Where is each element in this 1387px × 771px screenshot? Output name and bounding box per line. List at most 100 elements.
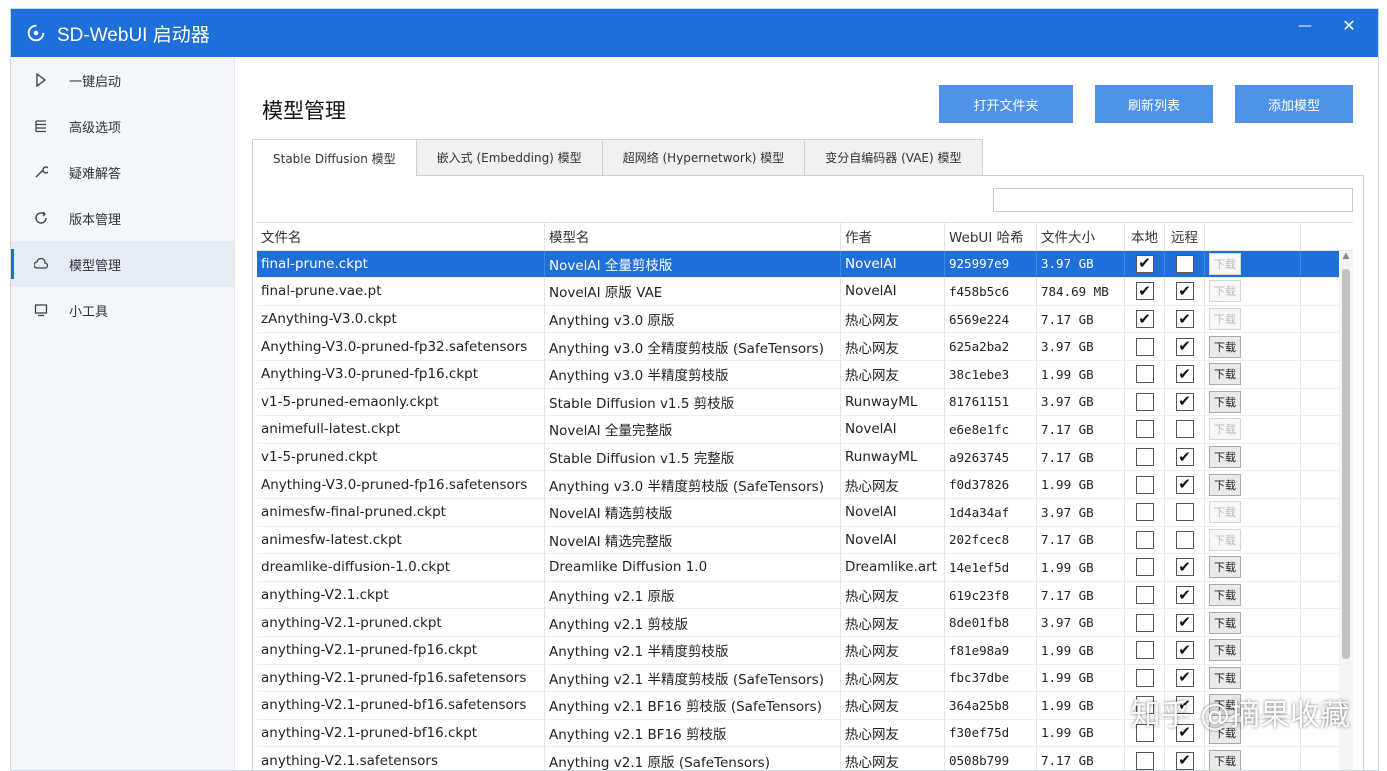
- local-checkbox[interactable]: [1135, 530, 1154, 549]
- cell-model: Anything v3.0 全精度剪枝版 (SafeTensors): [545, 333, 841, 360]
- open-folder-button[interactable]: 打开文件夹: [939, 85, 1073, 123]
- download-button[interactable]: 下载: [1209, 556, 1241, 579]
- remote-checkbox[interactable]: ✔: [1175, 558, 1194, 577]
- remote-checkbox[interactable]: ✔: [1175, 310, 1194, 329]
- refresh-list-button[interactable]: 刷新列表: [1095, 85, 1213, 123]
- remote-checkbox[interactable]: ✔: [1175, 751, 1194, 770]
- download-button[interactable]: 下载: [1209, 308, 1241, 331]
- sidebar-item-advanced[interactable]: 高级选项: [11, 103, 234, 149]
- remote-checkbox[interactable]: ✔: [1175, 337, 1194, 356]
- remote-checkbox[interactable]: ✔: [1175, 448, 1194, 467]
- column-header-size[interactable]: 文件大小: [1037, 223, 1125, 250]
- download-button[interactable]: 下载: [1209, 390, 1241, 413]
- column-header-remote[interactable]: 远程: [1165, 223, 1205, 250]
- table-row[interactable]: dreamlike-diffusion-1.0.ckpt Dreamlike Di…: [257, 554, 1353, 582]
- column-header-hash[interactable]: WebUI 哈希: [945, 223, 1037, 250]
- cell-author: 热心网友: [841, 305, 945, 333]
- local-checkbox[interactable]: ✔: [1135, 254, 1154, 273]
- cell-remote: ✔: [1165, 388, 1205, 416]
- sidebar-item-troubleshoot[interactable]: 疑难解答: [11, 149, 234, 195]
- remote-checkbox[interactable]: [1175, 503, 1194, 522]
- remote-checkbox[interactable]: ✔: [1175, 668, 1194, 687]
- download-button[interactable]: 下载: [1209, 252, 1241, 275]
- local-checkbox[interactable]: [1135, 503, 1154, 522]
- table-row[interactable]: animesfw-final-pruned.ckpt NovelAI 精选剪枝版 N…: [257, 498, 1353, 527]
- table-row[interactable]: anything-V2.1-pruned.ckpt Anything v2.1 剪…: [257, 609, 1353, 637]
- download-button[interactable]: 下载: [1209, 363, 1241, 386]
- table-row[interactable]: animesfw-latest.ckpt NovelAI 精选完整版 NovelAI…: [257, 526, 1353, 555]
- download-button[interactable]: 下载: [1209, 584, 1241, 607]
- sidebar-item-tools[interactable]: 小工具: [11, 287, 234, 333]
- local-checkbox[interactable]: ✔: [1135, 282, 1154, 301]
- cell-hash: 14e1ef5d: [945, 554, 1037, 581]
- table-row[interactable]: v1-5-pruned-emaonly.ckpt Stable Diffusion…: [257, 388, 1353, 417]
- cell-size: 1.99 GB: [1037, 636, 1125, 664]
- column-header-file[interactable]: 文件名: [257, 223, 545, 250]
- add-model-button[interactable]: 添加模型: [1235, 85, 1353, 123]
- remote-checkbox[interactable]: ✔: [1175, 475, 1194, 494]
- local-checkbox[interactable]: [1135, 365, 1154, 384]
- remote-checkbox[interactable]: ✔: [1175, 613, 1194, 632]
- table-row[interactable]: final-prune.ckpt NovelAI 全量剪枝版 NovelAI 9259…: [257, 250, 1353, 279]
- download-button[interactable]: 下载: [1209, 528, 1241, 551]
- remote-checkbox[interactable]: [1175, 254, 1194, 273]
- sidebar-item-models[interactable]: 模型管理: [11, 241, 234, 287]
- tab-hypernetwork[interactable]: 超网络 (Hypernetwork) 模型: [601, 139, 806, 175]
- remote-checkbox[interactable]: [1175, 420, 1194, 439]
- table-row[interactable]: anything-V2.1.safetensors Anything v2.1 原…: [257, 747, 1353, 770]
- remote-checkbox[interactable]: ✔: [1175, 282, 1194, 301]
- tab-vae[interactable]: 变分自编码器 (VAE) 模型: [804, 139, 983, 175]
- local-checkbox[interactable]: [1135, 475, 1154, 494]
- cell-remote: [1165, 526, 1205, 554]
- table-row[interactable]: Anything-V3.0-pruned-fp16.ckpt Anything v…: [257, 360, 1353, 389]
- local-checkbox[interactable]: [1135, 448, 1154, 467]
- table-row[interactable]: zAnything-V3.0.ckpt Anything v3.0 原版 热心网友 6…: [257, 305, 1353, 334]
- tab-embedding[interactable]: 嵌入式 (Embedding) 模型: [415, 139, 603, 175]
- download-button[interactable]: 下载: [1209, 639, 1241, 662]
- tab-stable-diffusion[interactable]: Stable Diffusion 模型: [252, 139, 417, 176]
- table-row[interactable]: final-prune.vae.pt NovelAI 原版 VAE NovelAI f…: [257, 278, 1353, 306]
- sidebar-item-launch[interactable]: 一键启动: [11, 57, 234, 103]
- local-checkbox[interactable]: [1135, 392, 1154, 411]
- search-input[interactable]: [993, 188, 1353, 212]
- sidebar-item-versions[interactable]: 版本管理: [11, 195, 234, 241]
- remote-checkbox[interactable]: ✔: [1175, 365, 1194, 384]
- local-checkbox[interactable]: [1135, 613, 1154, 632]
- remote-checkbox[interactable]: ✔: [1175, 586, 1194, 605]
- download-button[interactable]: 下载: [1209, 335, 1241, 358]
- table-row[interactable]: animefull-latest.ckpt NovelAI 全量完整版 NovelA…: [257, 416, 1353, 444]
- download-button[interactable]: 下载: [1209, 446, 1241, 469]
- column-header-model[interactable]: 模型名: [545, 223, 841, 250]
- cell-model: NovelAI 全量完整版: [545, 416, 841, 443]
- local-checkbox[interactable]: [1135, 668, 1154, 687]
- scroll-up-icon[interactable]: ▲: [1339, 251, 1353, 265]
- local-checkbox[interactable]: ✔: [1135, 310, 1154, 329]
- table-row[interactable]: v1-5-pruned.ckpt Stable Diffusion v1.5 完整…: [257, 443, 1353, 472]
- download-button[interactable]: 下载: [1209, 418, 1241, 441]
- table-row[interactable]: Anything-V3.0-pruned-fp32.safetensors Any…: [257, 333, 1353, 361]
- column-header-local[interactable]: 本地: [1125, 223, 1165, 250]
- local-checkbox[interactable]: [1135, 558, 1154, 577]
- table-row[interactable]: anything-V2.1.ckpt Anything v2.1 原版 热心网友 61…: [257, 581, 1353, 610]
- download-button[interactable]: 下载: [1209, 473, 1241, 496]
- scroll-thumb[interactable]: [1342, 269, 1350, 659]
- local-checkbox[interactable]: [1135, 586, 1154, 605]
- table-row[interactable]: Anything-V3.0-pruned-fp16.safetensors Any…: [257, 471, 1353, 499]
- remote-checkbox[interactable]: [1175, 530, 1194, 549]
- local-checkbox[interactable]: [1135, 337, 1154, 356]
- column-header-author[interactable]: 作者: [841, 223, 945, 250]
- minimize-button[interactable]: —: [1290, 15, 1320, 39]
- local-checkbox[interactable]: [1135, 751, 1154, 770]
- download-button[interactable]: 下载: [1209, 666, 1241, 689]
- remote-checkbox[interactable]: ✔: [1175, 392, 1194, 411]
- download-button[interactable]: 下载: [1209, 611, 1241, 634]
- remote-checkbox[interactable]: ✔: [1175, 641, 1194, 660]
- local-checkbox[interactable]: [1135, 420, 1154, 439]
- table-row[interactable]: anything-V2.1-pruned-fp16.safetensors Any…: [257, 664, 1353, 693]
- download-button[interactable]: 下载: [1209, 280, 1241, 303]
- close-button[interactable]: ✕: [1334, 15, 1364, 39]
- download-button[interactable]: 下载: [1209, 749, 1241, 770]
- local-checkbox[interactable]: [1135, 641, 1154, 660]
- table-row[interactable]: anything-V2.1-pruned-fp16.ckpt Anything v…: [257, 636, 1353, 665]
- download-button[interactable]: 下载: [1209, 501, 1241, 524]
